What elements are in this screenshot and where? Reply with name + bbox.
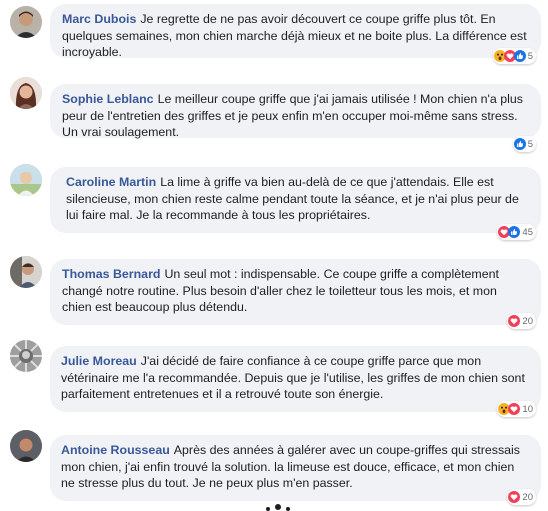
love-icon xyxy=(508,315,521,327)
comment-author[interactable]: Antoine Rousseau xyxy=(61,443,170,457)
reaction-count: 5 xyxy=(527,50,533,62)
comment-author[interactable]: Caroline Martin xyxy=(66,175,156,189)
love-icon xyxy=(508,491,521,503)
comment-bubble: Marc Dubois Je regrette de ne pas avoir d… xyxy=(50,4,541,59)
reaction-summary[interactable]: 45 xyxy=(497,224,536,240)
reaction-count: 45 xyxy=(522,226,533,238)
avatar[interactable] xyxy=(10,256,42,288)
comment-author[interactable]: Thomas Bernard xyxy=(62,267,160,281)
like-icon xyxy=(508,226,521,238)
comment-bubble: Thomas Bernard Un seul mot : indispensabl… xyxy=(50,259,541,325)
comment-author[interactable]: Julie Moreau xyxy=(61,354,137,368)
like-icon xyxy=(513,138,526,150)
reaction-count: 20 xyxy=(522,315,533,327)
avatar[interactable] xyxy=(10,430,42,462)
comment-bubble: Sophie Leblanc Le meilleur coupe griffe q… xyxy=(50,84,541,139)
avatar[interactable] xyxy=(10,6,42,38)
comment-author[interactable]: Sophie Leblanc xyxy=(62,92,154,106)
reaction-summary[interactable]: 5 xyxy=(492,48,536,64)
reaction-summary[interactable]: 5 xyxy=(512,136,536,152)
reaction-count: 20 xyxy=(522,491,533,503)
reaction-summary[interactable]: 20 xyxy=(507,313,536,329)
avatar[interactable] xyxy=(10,340,42,372)
comment-bubble: Julie Moreau J'ai décidé de faire confian… xyxy=(50,346,541,412)
reaction-summary[interactable]: 20 xyxy=(507,489,536,505)
comment-author[interactable]: Marc Dubois xyxy=(62,12,136,26)
comment-bubble: Antoine Rousseau Après des années à galér… xyxy=(50,435,541,501)
avatar[interactable] xyxy=(10,77,42,109)
avatar[interactable] xyxy=(10,164,42,196)
love-icon xyxy=(508,403,521,415)
reaction-count: 5 xyxy=(527,138,533,150)
comment-bubble: Caroline Martin La lime à griffe va bien … xyxy=(50,167,541,233)
like-icon xyxy=(513,50,526,62)
reaction-count: 10 xyxy=(522,403,533,415)
reaction-summary[interactable]: 10 xyxy=(497,401,536,417)
